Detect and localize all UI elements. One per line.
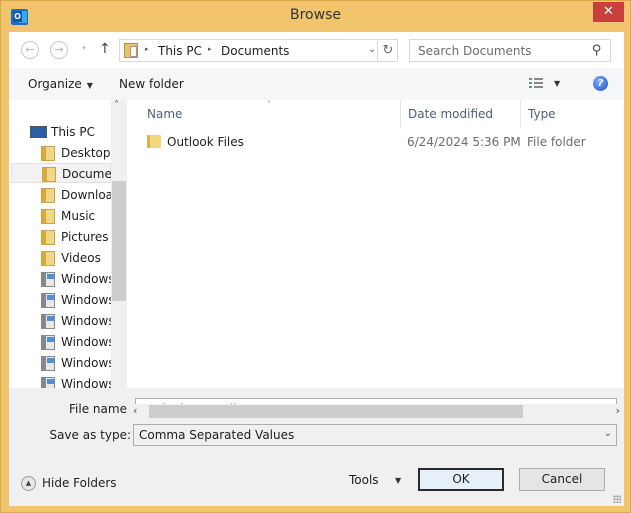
up-button[interactable]: ↑ [99,41,111,57]
column-header-label: Date modified [408,107,494,121]
file-name-label: File name: [69,402,131,416]
navigation-bar: ← → ▾ ↑ ▸ This PC ▸ Documents ⌄ ↻ Search… [9,32,624,68]
folder-icon [147,135,161,148]
title-bar: O Browse ✕ [1,1,630,32]
sort-ascending-icon: ˄ [267,100,271,109]
caret-down-icon[interactable]: ▼ [395,476,401,485]
new-folder-button[interactable]: New folder [119,77,184,91]
file-row[interactable]: Outlook Files 6/24/2024 5:36 PM File fol… [127,132,617,153]
tree-item-downloads[interactable]: Downloads [38,185,127,205]
save-as-type-label: Save as type: [49,428,131,442]
organize-menu[interactable]: Organize ▼ [28,77,93,91]
collapse-up-icon: ▲ [21,476,36,491]
scrollbar-thumb[interactable] [149,405,523,418]
tree-item-pictures[interactable]: Pictures [38,227,111,247]
tree-item-label: Videos [61,251,101,265]
close-button[interactable]: ✕ [593,2,624,22]
organize-label: Organize [28,77,82,91]
search-icon[interactable]: ⚲ [592,43,602,58]
network-drive-icon [41,293,55,308]
documents-folder-icon [124,43,138,58]
videos-folder-icon [41,251,55,266]
pictures-folder-icon [41,230,55,245]
forward-button[interactable]: → [50,41,68,59]
chevron-down-icon[interactable]: ⌄ [368,44,376,55]
scrollbar-thumb[interactable] [112,181,126,301]
tree-item-windows[interactable]: Windows [38,290,115,310]
downloads-folder-icon [41,188,55,203]
tree-item-documents[interactable]: Documents [11,163,127,183]
tree-item-music[interactable]: Music [38,206,111,226]
breadcrumb-documents[interactable]: Documents [221,44,289,58]
file-name: Outlook Files [167,135,244,149]
resize-grip[interactable] [613,495,621,503]
network-drive-icon [41,272,55,287]
network-drive-icon [41,335,55,350]
cancel-button[interactable]: Cancel [519,468,605,491]
search-input[interactable]: Search Documents ⚲ [409,39,611,62]
window-title: Browse [290,7,341,23]
tree-item-label: This PC [51,125,95,139]
network-drive-icon [41,314,55,329]
view-details-icon[interactable] [529,78,543,90]
tree-item-label: Windows [61,335,115,349]
dialog-client: ← → ▾ ↑ ▸ This PC ▸ Documents ⌄ ↻ Search… [9,32,624,506]
file-list-horizontal-scrollbar[interactable]: ‹ › [127,404,624,420]
hide-folders-label: Hide Folders [42,476,117,490]
chevron-down-icon[interactable]: ⌄ [604,428,612,439]
tree-item-windows[interactable]: Windows [38,269,115,289]
file-date: 6/24/2024 5:36 PM [407,135,521,149]
navigation-pane-scrollbar[interactable]: ˄ ˅ [111,100,127,420]
file-type: File folder [527,135,586,149]
column-header-label: Type [528,107,556,121]
tree-item-label: Pictures [61,230,109,244]
caret-down-icon: ▼ [86,81,93,90]
tree-item-windows[interactable]: Windows [38,353,115,373]
ok-button[interactable]: OK [418,468,504,491]
recent-locations-dropdown[interactable]: ▾ [82,44,86,52]
scroll-up-arrow[interactable]: ˄ [114,100,119,111]
view-options-dropdown[interactable]: ▼ [554,79,560,88]
command-bar: Organize ▼ New folder ▼ ? [9,68,624,100]
back-button[interactable]: ← [21,41,39,59]
tree-item-windows[interactable]: Windows [38,332,115,352]
desktop-folder-icon [41,146,55,161]
column-header-type[interactable]: Type [520,100,620,127]
search-placeholder: Search Documents [418,44,532,58]
save-as-type-select[interactable]: Comma Separated Values ⌄ [133,424,617,446]
tree-item-label: Windows [61,314,115,328]
column-header-label: Name [147,107,183,121]
tree-item-label: Windows [61,356,115,370]
tree-item-label: Windows [61,272,115,286]
network-drive-icon [41,356,55,371]
file-list: Name ˄ Date modified Type Outlook Files … [127,100,624,420]
music-folder-icon [41,209,55,224]
refresh-button[interactable]: ↻ [377,40,398,61]
navigation-pane: This PC Desktop Documents Downloads Musi… [9,100,127,420]
computer-icon [30,126,47,138]
column-header-date-modified[interactable]: Date modified [400,100,520,127]
chevron-right-icon[interactable]: ▸ [208,45,212,53]
chevron-right-icon[interactable]: ▸ [145,45,149,53]
help-icon[interactable]: ? [593,76,608,91]
tree-item-desktop[interactable]: Desktop [38,143,111,163]
address-bar[interactable]: ▸ This PC ▸ Documents ⌄ ↻ [119,39,398,62]
tree-item-this-pc[interactable]: This PC [28,122,111,142]
scroll-right-arrow[interactable]: › [616,404,620,417]
documents-folder-icon [42,167,56,182]
browse-dialog: O Browse ✕ ← → ▾ ↑ ▸ This PC ▸ Documents… [0,0,631,513]
tree-item-videos[interactable]: Videos [38,248,111,268]
save-as-type-value: Comma Separated Values [139,428,295,442]
tree-item-windows[interactable]: Windows [38,311,115,331]
scroll-left-arrow[interactable]: ‹ [133,404,137,417]
tree-item-label: Windows [61,293,115,307]
breadcrumb-this-pc[interactable]: This PC [158,44,202,58]
tree-item-label: Music [61,209,96,223]
tree-item-label: Desktop [61,146,111,160]
tools-menu[interactable]: Tools [349,473,379,487]
